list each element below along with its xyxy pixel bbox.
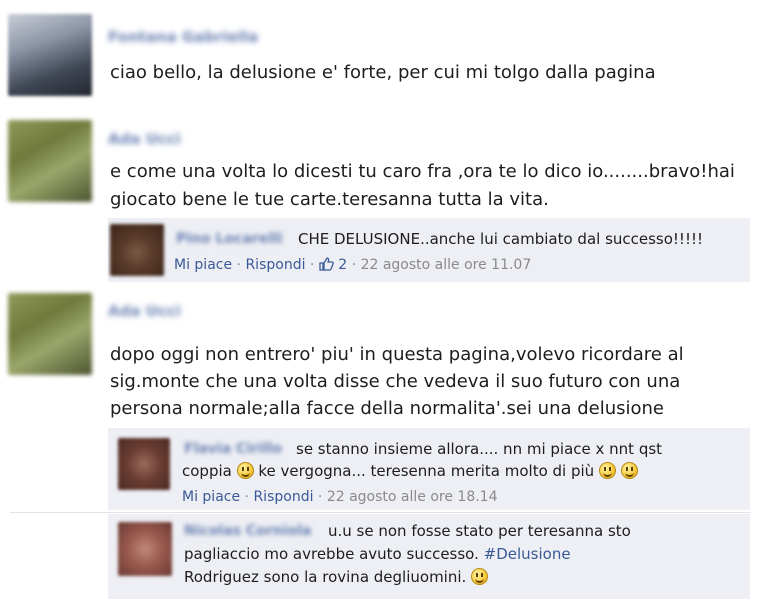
comment-author[interactable]: Fontana Gabriella	[108, 28, 258, 46]
reply-text: se stanno insieme allora.... nn mi piace…	[296, 440, 663, 458]
reply-text-part: pagliaccio mo avrebbe avuto successo.	[184, 545, 479, 563]
separator: ·	[232, 257, 246, 273]
reply-author[interactable]: Nicolas Corniola	[184, 523, 311, 539]
timestamp[interactable]: 22 agosto alle ore 11.07	[361, 257, 532, 273]
like-count-value: 2	[338, 257, 348, 273]
reply-author[interactable]: Pino Locarelli	[176, 231, 283, 247]
reply-meta: Mi piace · Rispondi · 2 · 22 agosto alle…	[174, 257, 531, 275]
separator: ·	[347, 257, 361, 273]
avatar[interactable]	[118, 522, 172, 576]
avatar[interactable]	[8, 293, 92, 375]
reply-text: u.u se non fosse stato per teresanna sto	[328, 522, 631, 540]
smiley-icon	[620, 462, 638, 479]
reply-box: Flavia Cirillo se stanno insieme allora.…	[108, 428, 750, 510]
comment-text: ciao bello, la delusione e' forte, per c…	[110, 62, 656, 83]
smiley-icon	[236, 462, 254, 479]
reply-text: CHE DELUSIONE..anche lui cambiato dal su…	[298, 230, 703, 248]
reply-box: Nicolas Corniola u.u se non fosse stato …	[108, 514, 750, 599]
reply-text: pagliaccio mo avrebbe avuto successo. #D…	[184, 543, 571, 565]
reply-box: Pino Locarelli CHE DELUSIONE..anche lui …	[108, 218, 750, 282]
comment-text: giocato bene le tue carte.teresanna tutt…	[110, 189, 549, 210]
reply-text-part: coppia	[182, 462, 232, 480]
like-count[interactable]: 2	[319, 257, 347, 273]
reply-text-part: Rodriguez sono la rovina degliuomini.	[184, 568, 467, 586]
thumbs-up-icon	[319, 257, 334, 275]
reply-text: coppia ke vergogna... teresenna merita m…	[182, 460, 638, 482]
divider	[10, 512, 750, 513]
smiley-icon	[598, 462, 616, 479]
separator: ·	[305, 257, 319, 273]
comment-text: persona normale;alla facce della normali…	[110, 398, 665, 419]
reply-meta: Mi piace · Rispondi · 22 agosto alle ore…	[182, 489, 498, 505]
reply-link[interactable]: Rispondi	[245, 257, 305, 273]
comment-text: e come una volta lo dicesti tu caro fra …	[110, 161, 735, 182]
timestamp[interactable]: 22 agosto alle ore 18.14	[327, 489, 498, 505]
comment-author[interactable]: Ada Ucci	[108, 130, 181, 148]
avatar[interactable]	[110, 224, 164, 276]
smiley-icon	[471, 568, 489, 585]
reply-text-part: ke vergogna... teresenna merita molto di…	[258, 462, 595, 480]
comment-author[interactable]: Ada Ucci	[108, 302, 181, 320]
reply-link[interactable]: Rispondi	[253, 489, 313, 505]
reply-author[interactable]: Flavia Cirillo	[184, 441, 282, 457]
avatar[interactable]	[8, 120, 92, 202]
separator: ·	[313, 489, 327, 505]
comment-text: sig.monte che una volta disse che vedeva…	[110, 371, 681, 392]
avatar[interactable]	[8, 14, 92, 96]
comment-text: dopo oggi non entrero' piu' in questa pa…	[110, 344, 684, 365]
hashtag-link[interactable]: #Delusione	[484, 545, 571, 563]
avatar[interactable]	[118, 438, 170, 490]
reply-text: Rodriguez sono la rovina degliuomini.	[184, 566, 489, 588]
separator: ·	[240, 489, 254, 505]
like-link[interactable]: Mi piace	[182, 489, 240, 505]
like-link[interactable]: Mi piace	[174, 257, 232, 273]
